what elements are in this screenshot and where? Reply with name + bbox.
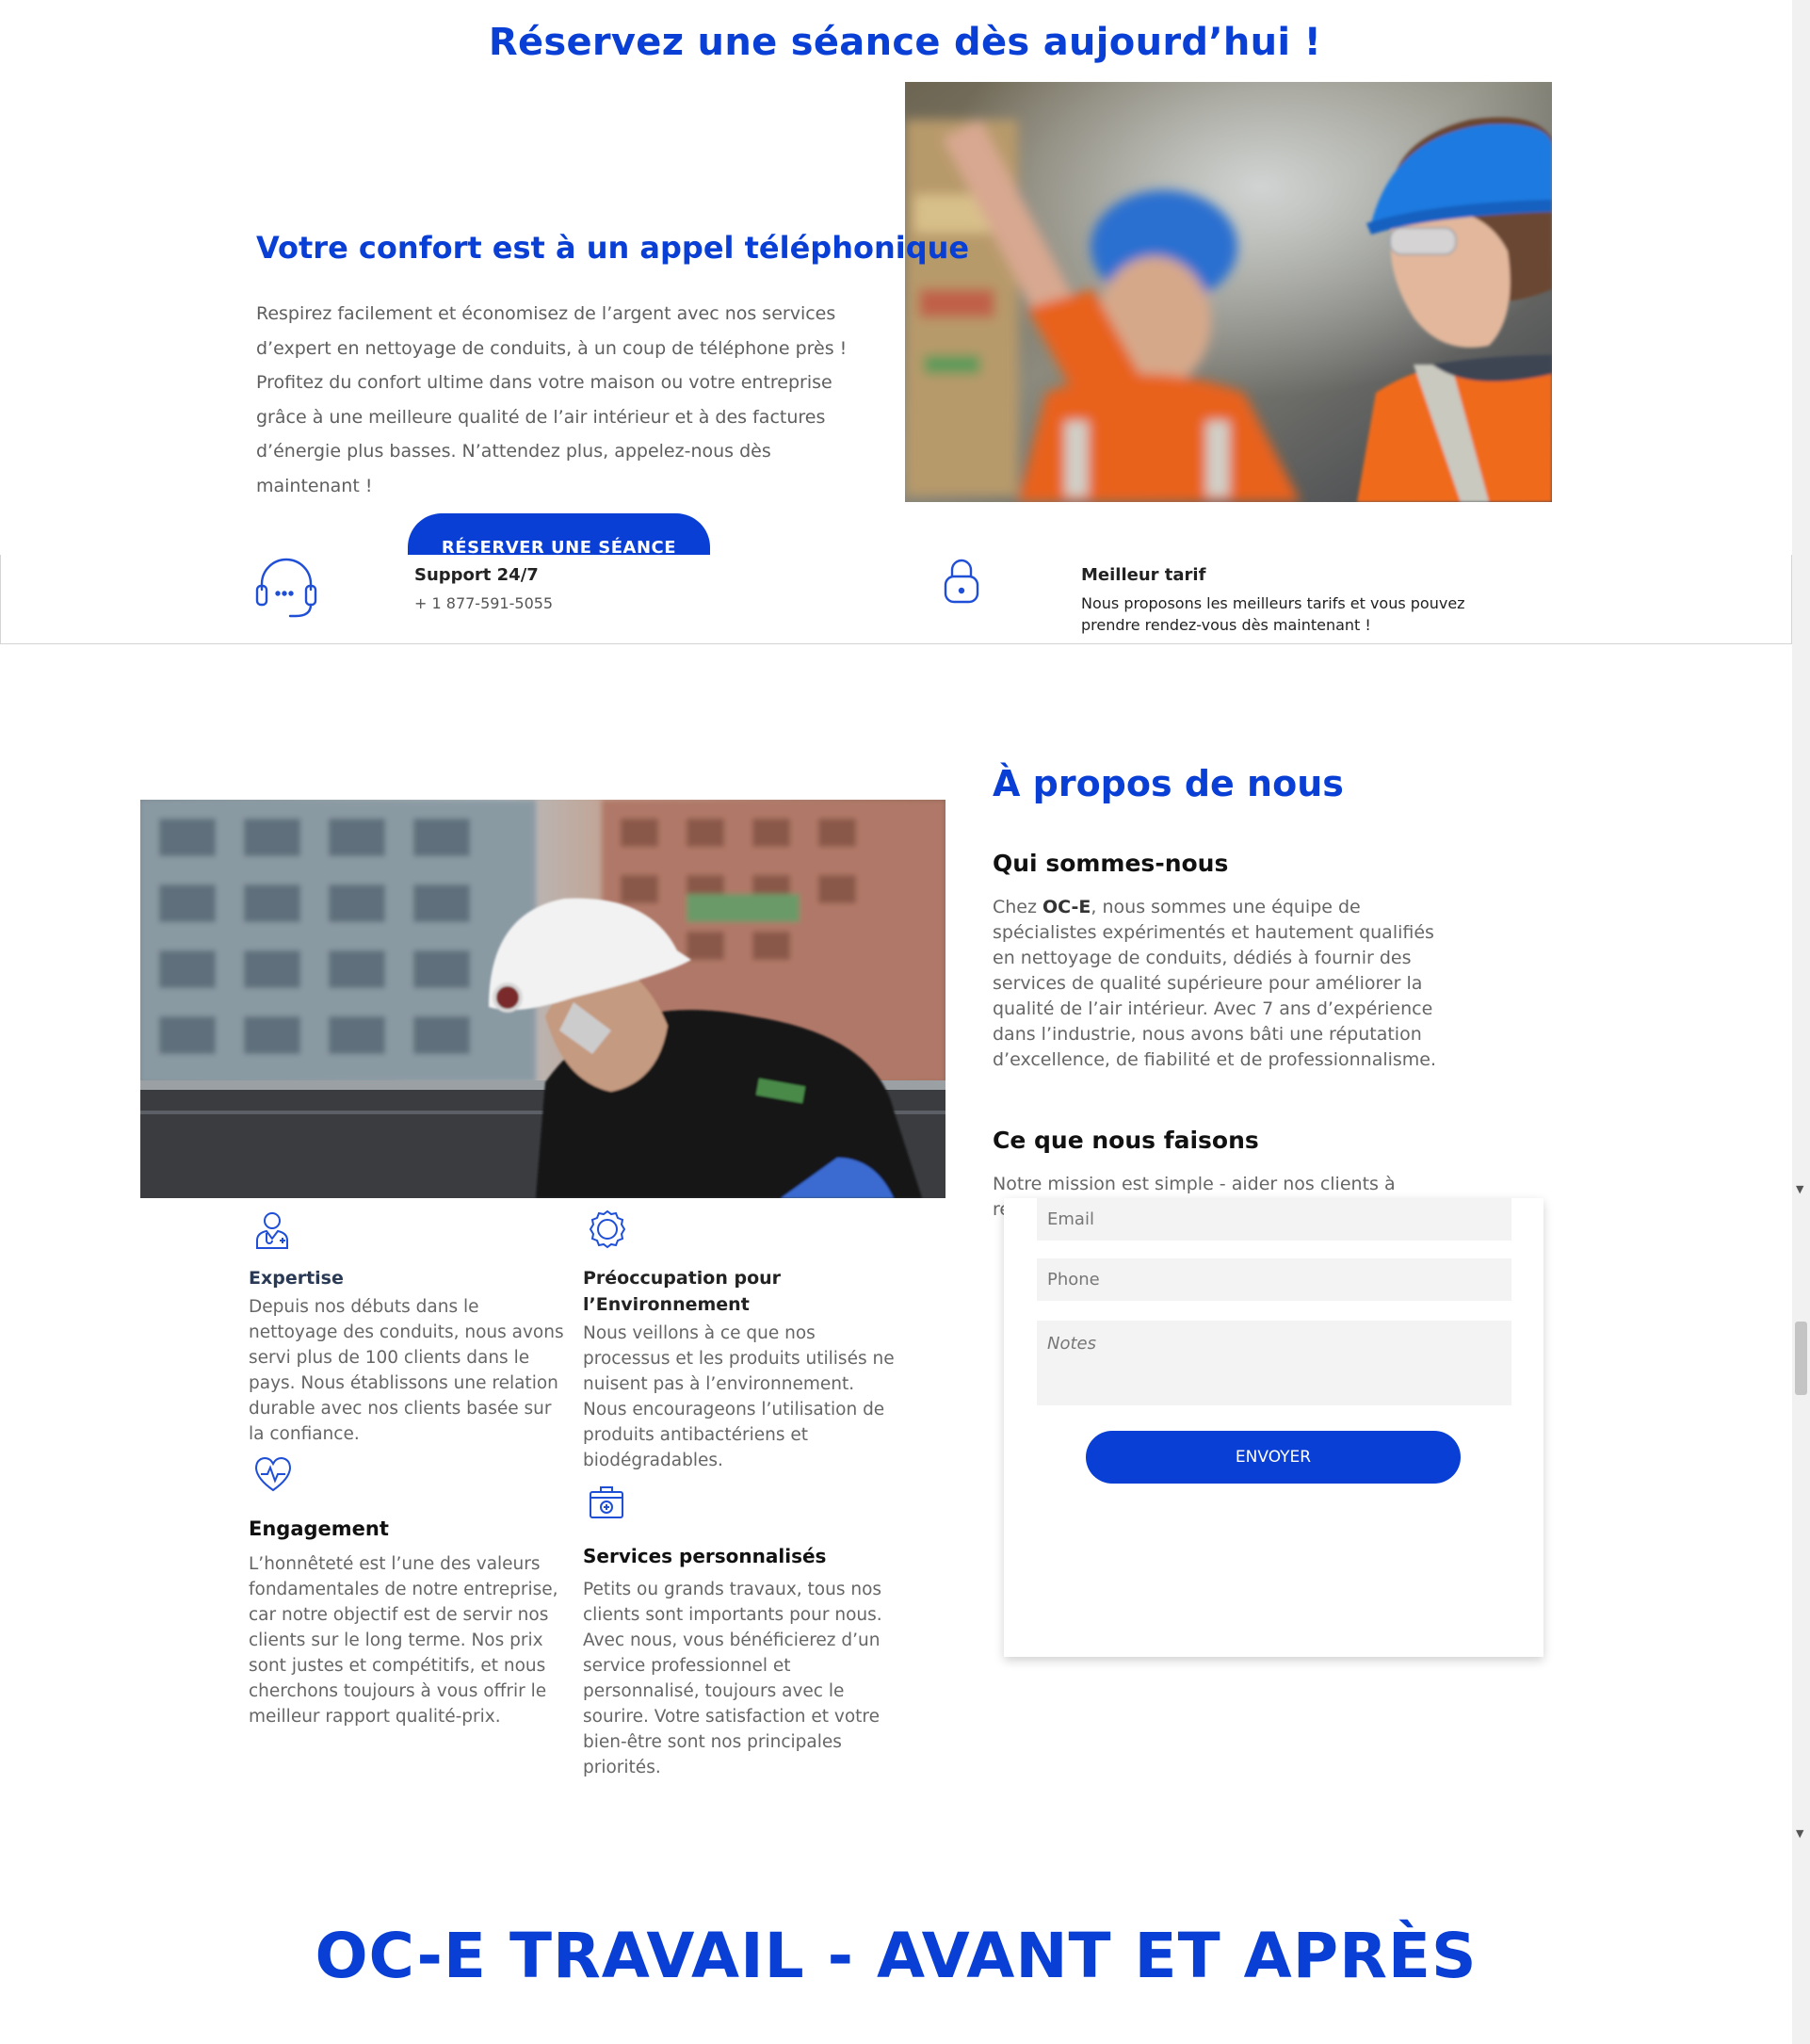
- notes-field[interactable]: [1037, 1321, 1511, 1405]
- email-field[interactable]: [1037, 1198, 1511, 1241]
- feature-text-engagement: L’honnêteté est l’une des valeurs fondam…: [249, 1554, 558, 1727]
- best-price-text: Nous proposons les meilleurs tarifs et v…: [1081, 594, 1465, 634]
- feature-text-custom-services: Petits ou grands travaux, tous nos clien…: [583, 1580, 882, 1777]
- scroll-down-arrow-icon[interactable]: ▼: [1796, 1183, 1803, 1195]
- feature-title-expertise: Expertise: [249, 1268, 344, 1289]
- who-we-are-text: Chez OC-E, nous sommes une équipe de spé…: [993, 897, 1437, 1070]
- hero-workers-photo: [905, 82, 1552, 502]
- feature-text-environment: Nous veillons à ce que nos processus et …: [583, 1323, 895, 1470]
- heart-pulse-icon: [253, 1455, 293, 1497]
- what-we-do-title: Ce que nous faisons: [993, 1127, 1259, 1154]
- headset-icon: [252, 556, 320, 624]
- submit-button[interactable]: ENVOYER: [1086, 1431, 1461, 1484]
- scroll-down-arrow-icon[interactable]: ▼: [1796, 1827, 1803, 1840]
- scrollbar-thumb[interactable]: [1795, 1322, 1807, 1395]
- book-session-button[interactable]: RÉSERVER UNE SÉANCE: [408, 513, 710, 555]
- first-aid-kit-icon: [588, 1484, 625, 1524]
- award-icon: [587, 1209, 628, 1254]
- about-worker-photo: [140, 800, 945, 1198]
- feature-title-custom-services: Services personnalisés: [583, 1545, 827, 1567]
- hero-paragraph: Respirez facilement et économisez de l’a…: [256, 303, 848, 496]
- vertical-scrollbar[interactable]: [1792, 0, 1810, 2044]
- doctor-icon: [253, 1210, 291, 1254]
- support-title: Support 24/7: [414, 565, 539, 585]
- about-title: À propos de nous: [993, 763, 1344, 804]
- feature-text-expertise: Depuis nos débuts dans le nettoyage des …: [249, 1297, 564, 1444]
- feature-title-engagement: Engagement: [249, 1517, 389, 1540]
- support-phone[interactable]: + 1 877-591-5055: [414, 592, 553, 614]
- feature-title-environment: Préoccupation pour l’Environnement: [583, 1268, 782, 1315]
- lock-icon: [943, 558, 980, 608]
- best-price-title: Meilleur tarif: [1081, 565, 1206, 585]
- who-we-are-title: Qui sommes-nous: [993, 850, 1229, 877]
- contact-form: ENVOYER: [1004, 1198, 1543, 1657]
- before-after-title: OC-E TRAVAIL - AVANT ET APRÈS: [315, 1920, 1478, 1992]
- phone-field[interactable]: [1037, 1258, 1511, 1301]
- hero-title: Réservez une séance dès aujourd’hui !: [488, 21, 1322, 64]
- hero-subtitle: Votre confort est à un appel téléphoniqu…: [256, 230, 970, 266]
